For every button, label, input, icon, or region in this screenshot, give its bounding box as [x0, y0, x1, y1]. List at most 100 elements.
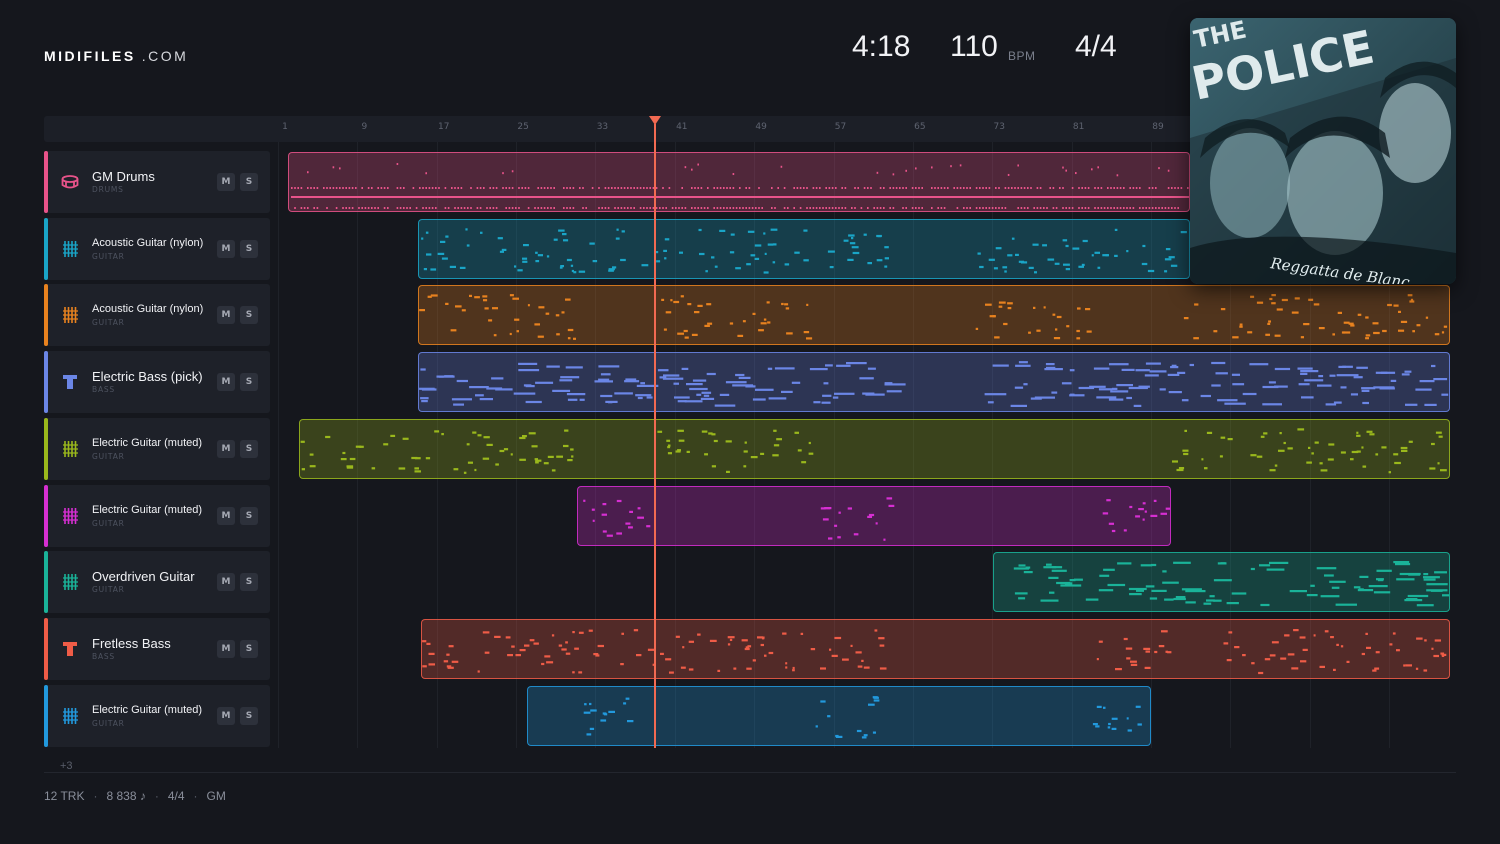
midi-clip[interactable]: [418, 218, 1190, 279]
track-header[interactable]: Overdriven Guitar GUITAR M S: [44, 551, 270, 614]
mute-button[interactable]: M: [217, 573, 235, 592]
track-name: GM Drums: [92, 169, 155, 184]
midi-clip[interactable]: [421, 618, 1450, 679]
track-count: 12 TRK: [44, 789, 85, 803]
solo-button[interactable]: S: [240, 373, 258, 392]
logo-suffix: .COM: [141, 48, 189, 64]
note-pattern: [1013, 561, 1449, 607]
track-header[interactable]: Acoustic Guitar (nylon) GUITAR M S: [44, 284, 270, 347]
mute-button[interactable]: M: [217, 239, 235, 258]
tempo-unit: BPM: [1008, 49, 1036, 63]
track-header[interactable]: Fretless Bass BASS M S: [44, 617, 270, 680]
track-color-bar: [44, 351, 48, 414]
solo-button[interactable]: S: [240, 506, 258, 525]
track-color-bar: [44, 484, 48, 547]
track-category: GUITAR: [92, 251, 125, 261]
note-pattern: [583, 496, 1170, 541]
track-name: Electric Guitar (muted): [92, 436, 203, 449]
ruler-tick: 1: [282, 122, 288, 132]
mute-button[interactable]: M: [217, 306, 235, 325]
track-header[interactable]: Acoustic Guitar (nylon) GUITAR M S: [44, 217, 270, 280]
guitar-icon: [60, 439, 80, 459]
solo-button[interactable]: S: [240, 306, 258, 325]
note-pattern: [291, 163, 1189, 209]
mute-button[interactable]: M: [217, 173, 235, 191]
track-color-bar: [44, 417, 48, 480]
site-logo[interactable]: MIDIFILES .COM: [44, 48, 188, 64]
midi-clip[interactable]: [288, 152, 1190, 212]
track-header[interactable]: Electric Bass (pick) BASS M S: [44, 351, 270, 414]
note-count: 8 838 ♪: [106, 789, 146, 803]
mute-button[interactable]: M: [217, 506, 235, 525]
playhead-marker[interactable]: [649, 116, 661, 125]
solo-button[interactable]: S: [240, 706, 258, 725]
track-category: GUITAR: [92, 518, 125, 528]
footer-divider: [44, 772, 1456, 773]
midi-clip[interactable]: [527, 685, 1151, 746]
track-category: GUITAR: [92, 451, 125, 461]
midi-clip[interactable]: [418, 352, 1450, 413]
track-name: Overdriven Guitar: [92, 569, 195, 585]
drum-icon: [60, 172, 80, 192]
track-header[interactable]: GM Drums DRUMS M S: [44, 151, 270, 213]
album-cover: THE POLICE Reggatta de Blanc: [1190, 18, 1456, 284]
track-category: GUITAR: [92, 585, 125, 595]
track-name: Electric Bass (pick): [92, 369, 203, 385]
solo-button[interactable]: S: [240, 573, 258, 592]
ruler-tick: 9: [361, 122, 368, 132]
more-tracks[interactable]: +3: [60, 760, 73, 772]
guitar-icon: [60, 305, 80, 325]
track-category: GUITAR: [92, 718, 125, 728]
tempo: 110: [950, 30, 998, 63]
note-pattern: [583, 695, 1142, 739]
solo-button[interactable]: S: [240, 239, 258, 258]
track-color-bar: [44, 617, 48, 680]
guitar-icon: [60, 572, 80, 592]
note-pattern: [422, 628, 1447, 674]
midi-clip[interactable]: [993, 552, 1450, 613]
track-header[interactable]: Electric Guitar (muted) GUITAR M S: [44, 484, 270, 547]
note-pattern: [419, 294, 1448, 341]
track-category: BASS: [92, 385, 115, 395]
logo-name: MIDIFILES: [44, 48, 136, 64]
ruler-tick: 73: [993, 122, 1005, 132]
bass-icon: [60, 372, 80, 392]
midi-clip[interactable]: [577, 485, 1171, 546]
ruler-tick: 49: [755, 122, 767, 132]
guitar-icon: [60, 239, 80, 259]
track-color-bar: [44, 151, 48, 213]
track-name: Acoustic Guitar (nylon): [92, 303, 204, 316]
track-color-bar: [44, 284, 48, 347]
guitar-icon: [60, 506, 80, 526]
track-color-bar: [44, 684, 48, 747]
track-name: Fretless Bass: [92, 635, 171, 651]
playhead[interactable]: [654, 124, 656, 748]
solo-button[interactable]: S: [240, 639, 258, 658]
footer-summary: 12 TRK · 8 838 ♪ · 4/4 · GM: [44, 789, 226, 803]
midi-clip[interactable]: [299, 418, 1450, 479]
ruler-tick: 33: [596, 122, 609, 132]
solo-button[interactable]: S: [240, 439, 258, 458]
track-category: BASS: [92, 651, 115, 661]
mute-button[interactable]: M: [217, 706, 235, 725]
mute-button[interactable]: M: [217, 373, 235, 392]
mute-button[interactable]: M: [217, 639, 235, 658]
midi-clip[interactable]: [418, 285, 1450, 346]
ruler-tick: 25: [517, 122, 529, 132]
ruler-tick: 41: [676, 122, 688, 132]
solo-button[interactable]: S: [240, 173, 258, 191]
track-color-bar: [44, 217, 48, 280]
time-signature: 4/4: [1075, 30, 1117, 63]
track-name: Electric Guitar (muted): [92, 503, 203, 516]
note-pattern: [421, 227, 1187, 274]
ruler-tick: 65: [914, 122, 926, 132]
track-header[interactable]: Electric Guitar (muted) GUITAR M S: [44, 684, 270, 747]
duration: 4:18: [852, 30, 911, 63]
ruler-tick: 17: [437, 122, 450, 132]
ruler-tick: 89: [1152, 122, 1164, 132]
mute-button[interactable]: M: [217, 439, 235, 458]
track-header[interactable]: Electric Guitar (muted) GUITAR M S: [44, 417, 270, 480]
bass-icon: [60, 639, 80, 659]
note-pattern: [419, 361, 1449, 408]
track-category: GUITAR: [92, 318, 125, 328]
